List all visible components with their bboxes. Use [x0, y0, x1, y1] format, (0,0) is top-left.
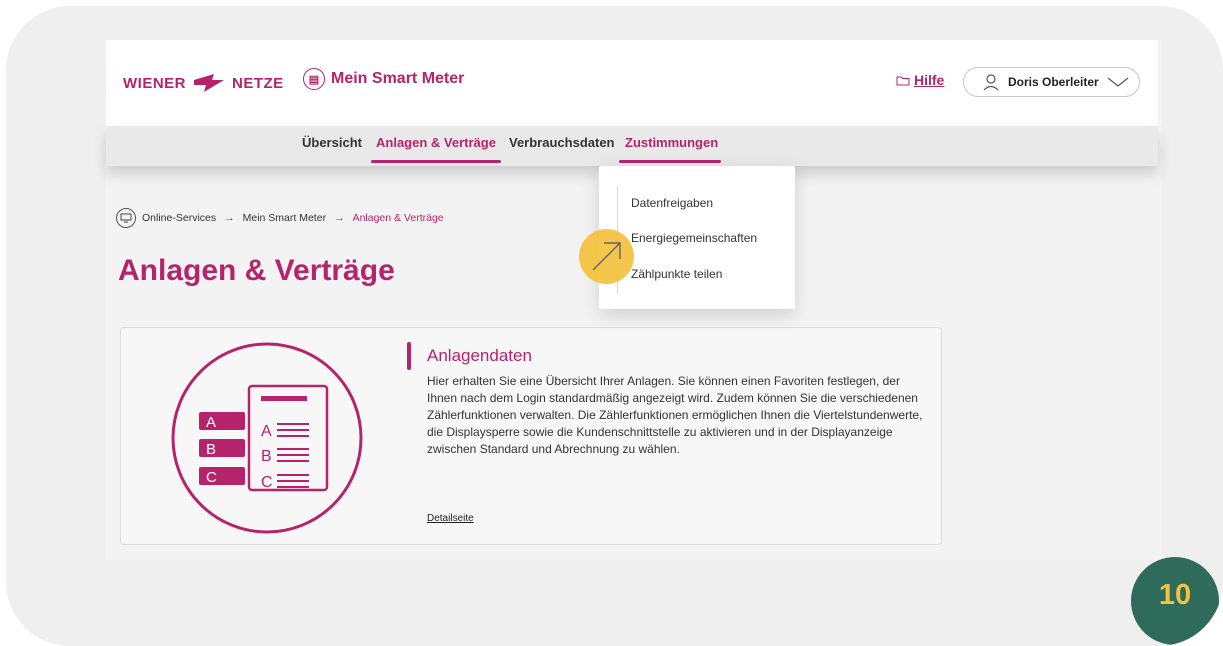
- card-description: Hier erhalten Sie eine Übersicht Ihrer A…: [427, 374, 923, 456]
- arrow-right-icon: →: [334, 212, 345, 224]
- monitor-icon: [116, 208, 136, 228]
- breadcrumb: Online-Services → Mein Smart Meter → Anl…: [116, 208, 444, 228]
- step-badge: 10: [1131, 557, 1219, 645]
- page-title: Anlagen & Verträge: [118, 254, 395, 287]
- chevron-down-icon: [1107, 77, 1129, 87]
- svg-text:C: C: [261, 474, 273, 491]
- nav-zustimmungen[interactable]: Zustimmungen: [625, 135, 718, 150]
- document-list-illustration: A B C A B C: [171, 342, 363, 534]
- smart-meter-icon: ▤: [303, 68, 325, 90]
- folder-icon: [896, 76, 910, 85]
- product-name: Mein Smart Meter: [331, 70, 465, 87]
- card-accent-bar: [407, 342, 411, 370]
- nav-anlagen-vertraege[interactable]: Anlagen & Verträge: [376, 135, 496, 150]
- click-highlight: [579, 229, 634, 284]
- svg-text:A: A: [206, 414, 216, 431]
- app-window: WIENER NETZE ▤ Mein Smart Meter Hilfe Do…: [106, 40, 1162, 560]
- svg-text:A: A: [261, 423, 272, 440]
- dropdown-item-zaehlpunkte-teilen[interactable]: Zählpunkte teilen: [631, 267, 722, 281]
- user-menu-button[interactable]: Doris Oberleiter: [963, 67, 1140, 97]
- svg-text:B: B: [261, 448, 272, 465]
- product-title[interactable]: ▤ Mein Smart Meter: [303, 68, 464, 90]
- card-title: Anlagendaten: [427, 346, 532, 365]
- nav-active-underline: [371, 160, 501, 163]
- logo-mark-icon: [194, 74, 224, 92]
- user-icon: [983, 74, 999, 91]
- breadcrumb-mein-smart-meter[interactable]: Mein Smart Meter: [243, 212, 326, 224]
- top-header: WIENER NETZE ▤ Mein Smart Meter Hilfe Do…: [106, 40, 1158, 126]
- help-label: Hilfe: [914, 72, 945, 88]
- dropdown-item-energiegemeinschaften[interactable]: Energiegemeinschaften: [631, 231, 757, 245]
- help-link[interactable]: Hilfe: [896, 72, 944, 88]
- svg-text:B: B: [206, 441, 216, 458]
- detail-page-link[interactable]: Detailseite: [427, 513, 474, 524]
- main-navigation: Übersicht Anlagen & Verträge Verbrauchsd…: [106, 126, 1158, 166]
- breadcrumb-current: Anlagen & Verträge: [352, 212, 444, 224]
- nav-verbrauchsdaten[interactable]: Verbrauchsdaten: [509, 135, 615, 150]
- nav-uebersicht[interactable]: Übersicht: [302, 135, 362, 150]
- pointer-arrow-icon: [592, 242, 621, 271]
- anlagendaten-card: A B C A B C Anlagendaten Hier erhalten S…: [120, 327, 942, 545]
- arrow-right-icon: →: [224, 212, 235, 224]
- breadcrumb-online-services[interactable]: Online-Services: [142, 212, 216, 224]
- nav-hover-underline: [619, 160, 721, 163]
- logo-text-right: NETZE: [232, 74, 284, 92]
- dropdown-item-datenfreigaben[interactable]: Datenfreigaben: [631, 196, 713, 210]
- user-name: Doris Oberleiter: [1008, 75, 1099, 89]
- tutorial-frame: WIENER NETZE ▤ Mein Smart Meter Hilfe Do…: [6, 6, 1223, 646]
- logo-text-left: WIENER: [123, 74, 186, 92]
- svg-text:C: C: [206, 469, 217, 486]
- wiener-netze-logo[interactable]: WIENER NETZE: [123, 72, 284, 94]
